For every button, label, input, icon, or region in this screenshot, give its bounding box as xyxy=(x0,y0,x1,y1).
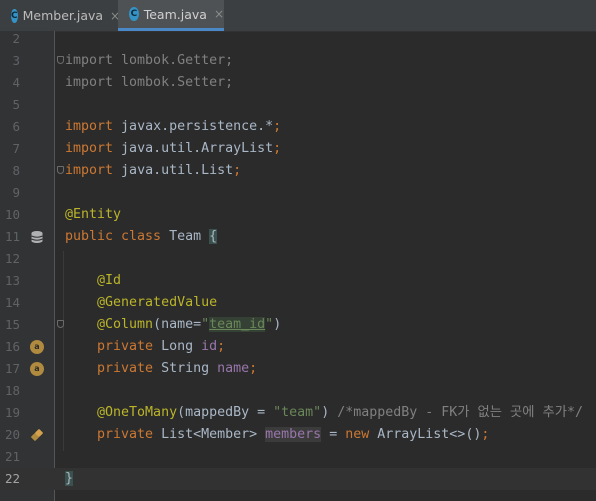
code-text: import lombok.Getter; xyxy=(65,53,234,68)
tab-label: Team.java xyxy=(143,6,207,22)
code-line: 5 xyxy=(0,94,596,116)
code-text: @Id xyxy=(65,273,122,288)
line-number: 16 xyxy=(4,339,20,354)
line-number: 5 xyxy=(12,97,20,112)
tab-team-java[interactable]: C Team.java × xyxy=(118,0,224,31)
line-number: 11 xyxy=(4,229,20,244)
code-line: 7 import java.util.ArrayList; xyxy=(0,138,596,160)
code-line: 15 @Column(name="team_id") xyxy=(0,314,596,336)
code-text: @GeneratedValue xyxy=(65,295,218,310)
fold-marker-icon[interactable] xyxy=(57,56,64,64)
java-class-icon: C xyxy=(11,8,18,23)
code-line: 11 public class Team { xyxy=(0,226,596,248)
code-line: 3 import lombok.Getter; xyxy=(0,50,596,72)
line-number: 14 xyxy=(4,295,20,310)
code-line: 8 import java.util.List; xyxy=(0,160,596,182)
code-line: 20 private List<Member> members = new Ar… xyxy=(0,424,596,446)
relation-field-icon[interactable] xyxy=(30,428,44,442)
code-text: import java.util.List; xyxy=(65,163,242,178)
line-number: 2 xyxy=(12,31,20,46)
code-text: @Entity xyxy=(65,207,122,222)
line-number: 6 xyxy=(12,119,20,134)
code-text: private List<Member> members = new Array… xyxy=(65,427,490,442)
code-line-current: 22 } xyxy=(0,468,596,490)
code-text: @Column(name="team_id") xyxy=(65,317,282,332)
tab-label: Member.java xyxy=(22,8,104,23)
code-text: @OneToMany(mappedBy = "team") /*mappedBy… xyxy=(65,405,583,420)
id-field-icon[interactable]: a xyxy=(30,340,44,354)
java-class-icon: C xyxy=(129,7,139,21)
line-number: 18 xyxy=(4,383,20,398)
line-number: 7 xyxy=(12,141,20,156)
line-number: 8 xyxy=(12,163,20,178)
line-number: 17 xyxy=(4,361,20,376)
code-line: 16 a private Long id; xyxy=(0,336,596,358)
code-line: 17 a private String name; xyxy=(0,358,596,380)
line-number: 10 xyxy=(4,207,20,222)
code-text: private String name; xyxy=(65,361,258,376)
fold-marker-icon[interactable] xyxy=(57,320,64,328)
code-line: 18 xyxy=(0,380,596,402)
code-line: 10 @Entity xyxy=(0,204,596,226)
code-line: 21 xyxy=(0,446,596,468)
code-line: 14 @GeneratedValue xyxy=(0,292,596,314)
code-line: 12 xyxy=(0,248,596,270)
line-number: 19 xyxy=(4,405,20,420)
code-text: import javax.persistence.*; xyxy=(65,119,282,134)
database-entity-icon[interactable] xyxy=(30,230,44,244)
line-number: 12 xyxy=(4,251,20,266)
line-number: 9 xyxy=(12,185,20,200)
code-text: import lombok.Setter; xyxy=(65,75,234,90)
line-number: 3 xyxy=(12,53,20,68)
line-number: 4 xyxy=(12,75,20,90)
line-number: 20 xyxy=(4,427,20,442)
code-text: private Long id; xyxy=(65,339,226,354)
code-line: 6 import javax.persistence.*; xyxy=(0,116,596,138)
code-text: } xyxy=(65,471,74,486)
line-number: 15 xyxy=(4,317,20,332)
fold-marker-icon[interactable] xyxy=(57,166,64,174)
line-number: 13 xyxy=(4,273,20,288)
code-text: import java.util.ArrayList; xyxy=(65,141,282,156)
close-icon[interactable]: × xyxy=(214,7,224,21)
tab-member-java[interactable]: C Member.java × xyxy=(0,0,120,31)
code-text: public class Team { xyxy=(65,229,218,244)
code-line: 19 @OneToMany(mappedBy = "team") /*mappe… xyxy=(0,402,596,424)
line-number: 22 xyxy=(4,471,20,486)
code-line: 9 xyxy=(0,182,596,204)
attribute-field-icon[interactable]: a xyxy=(30,362,44,376)
code-line: 4 import lombok.Setter; xyxy=(0,72,596,94)
code-line: 2 xyxy=(0,28,596,50)
code-line: 13 @Id xyxy=(0,270,596,292)
line-number: 21 xyxy=(4,449,20,464)
